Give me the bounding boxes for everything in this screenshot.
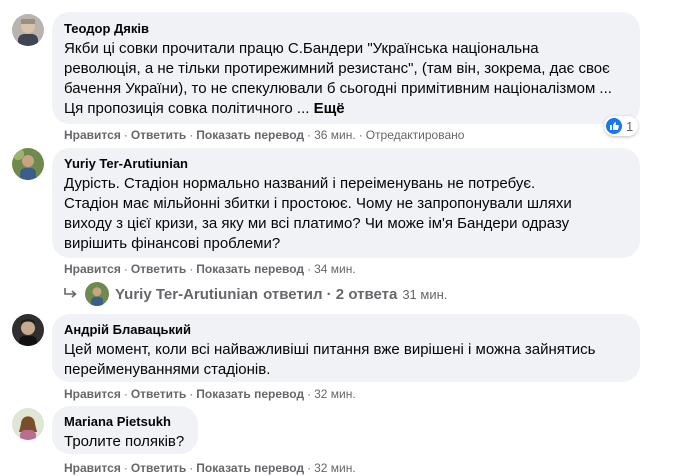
reply-time: 31 мин. (402, 286, 448, 302)
comment-actions: Нравится · Ответить · Показать перевод · 34 ми… (64, 261, 356, 277)
reply-action[interactable]: Ответить (131, 387, 186, 401)
comment-time[interactable]: 34 мин. (314, 262, 356, 276)
comment-actions: Нравится · Ответить · Показать перевод · 32 ми… (64, 460, 356, 476)
separator: · (358, 128, 363, 142)
reply-action[interactable]: Ответить (131, 128, 186, 142)
like-action[interactable]: Нравится (64, 262, 121, 276)
separator: · (189, 262, 194, 276)
edited-label: Отредактировано (365, 128, 465, 142)
separator: · (189, 387, 194, 401)
replies-count: ответил · 2 ответа (263, 285, 398, 303)
comment-time[interactable]: 32 мин. (314, 387, 356, 401)
reaction-counter[interactable]: 1 (604, 116, 639, 136)
comment-bubble: Теодор Дяків Якби ці совки прочитали пра… (52, 12, 640, 124)
like-action[interactable]: Нравится (64, 128, 121, 142)
comment-author[interactable]: Mariana Pietsukh (64, 414, 186, 430)
comment-text: Цей момент, коли всі найважливіші питанн… (64, 341, 596, 378)
translate-action[interactable]: Показать перевод (196, 387, 304, 401)
avatar (85, 282, 109, 306)
reply-action[interactable]: Ответить (131, 262, 186, 276)
reaction-count: 1 (626, 118, 634, 134)
reply-action[interactable]: Ответить (131, 461, 186, 475)
reply-arrow-icon (63, 287, 79, 301)
see-more-link[interactable]: Ещё (314, 100, 345, 117)
comment-author[interactable]: Yuriy Ter-Arutiunian (64, 156, 628, 172)
comment-actions: Нравится · Ответить · Показать перевод · 32 ми… (64, 386, 356, 402)
separator: · (307, 387, 312, 401)
comment-author[interactable]: Теодор Дяків (64, 21, 628, 37)
comment-bubble: Mariana Pietsukh Тролите поляків? (52, 406, 198, 454)
comment-time[interactable]: 32 мин. (314, 461, 356, 475)
comment-bubble: Андрій Блавацький Цей момент, коли всі н… (52, 314, 640, 382)
separator: · (307, 262, 312, 276)
translate-action[interactable]: Показать перевод (196, 128, 304, 142)
separator: · (307, 461, 312, 475)
view-replies-link[interactable]: Yuriy Ter-Arutiunian ответил · 2 ответа … (63, 282, 447, 306)
separator: · (307, 128, 312, 142)
comment-author[interactable]: Андрій Блавацький (64, 322, 628, 338)
like-icon (606, 118, 622, 134)
translate-action[interactable]: Показать перевод (196, 461, 304, 475)
translate-action[interactable]: Показать перевод (196, 262, 304, 276)
avatar[interactable] (12, 14, 44, 46)
like-action[interactable]: Нравится (64, 461, 121, 475)
comment-bubble: Yuriy Ter-Arutiunian Дурість. Стадіон но… (52, 148, 640, 258)
avatar[interactable] (12, 148, 44, 180)
reply-author: Yuriy Ter-Arutiunian (115, 285, 259, 303)
avatar[interactable] (12, 408, 44, 440)
separator: · (123, 262, 128, 276)
like-action[interactable]: Нравится (64, 387, 121, 401)
comment-text: Тролите поляків? (64, 433, 185, 450)
separator: · (123, 387, 128, 401)
separator: · (189, 128, 194, 142)
separator: · (123, 461, 128, 475)
comment-text: Якби ці совки прочитали працю С.Бандери … (64, 39, 628, 119)
comment-text: Дурість. Стадіон нормально названий і пе… (64, 175, 572, 252)
comment-actions: Нравится · Ответить · Показать перевод · 36 ми… (64, 127, 464, 143)
separator: · (123, 128, 128, 142)
comment-time[interactable]: 36 мин. (314, 128, 356, 142)
avatar[interactable] (12, 314, 44, 346)
separator: · (189, 461, 194, 475)
